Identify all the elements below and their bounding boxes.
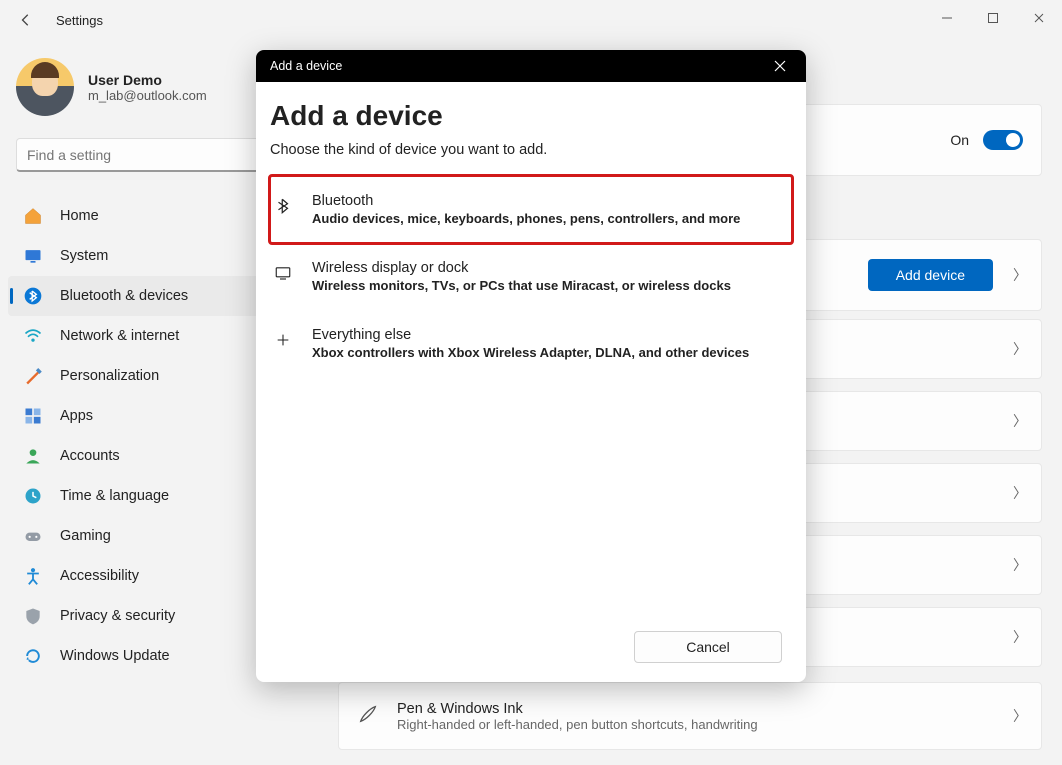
monitor-icon [272, 262, 294, 284]
pen-icon [357, 703, 379, 730]
sidebar-item-label: Apps [60, 408, 93, 424]
sidebar-item-label: System [60, 248, 108, 264]
sidebar-item-label: Home [60, 208, 99, 224]
minimize-icon[interactable] [924, 0, 970, 36]
chevron-right-icon: 〉 [1013, 339, 1027, 359]
sidebar-item-label: Accounts [60, 448, 120, 464]
titlebar: Settings [0, 0, 1062, 40]
close-icon[interactable] [1016, 0, 1062, 36]
dialog-titlebar: Add a device [256, 50, 806, 82]
bluetooth-icon [22, 285, 44, 307]
update-icon [22, 645, 44, 667]
dialog-prompt: Choose the kind of device you want to ad… [270, 142, 792, 158]
pen-windows-ink-row[interactable]: Pen & Windows Ink Right-handed or left-h… [338, 682, 1042, 750]
window-title: Settings [56, 13, 103, 28]
chevron-right-icon: 〉 [1013, 706, 1027, 726]
dialog-titlebar-text: Add a device [270, 59, 342, 73]
add-device-button[interactable]: Add device [868, 259, 993, 291]
device-option-everything-else[interactable]: Everything else Xbox controllers with Xb… [270, 310, 792, 377]
bluetooth-icon [272, 195, 294, 217]
user-email: m_lab@outlook.com [88, 88, 207, 103]
device-option-desc: Xbox controllers with Xbox Wireless Adap… [312, 345, 749, 360]
sidebar-item-label: Privacy & security [60, 608, 175, 624]
device-option-desc: Wireless monitors, TVs, or PCs that use … [312, 278, 731, 293]
dialog-close-icon[interactable] [768, 54, 792, 78]
cancel-button[interactable]: Cancel [634, 631, 782, 663]
bluetooth-toggle-label: On [950, 132, 969, 148]
shield-icon [22, 605, 44, 627]
device-option-title: Bluetooth [312, 193, 740, 209]
device-option-title: Everything else [312, 327, 749, 343]
window-controls [924, 0, 1062, 36]
maximize-icon[interactable] [970, 0, 1016, 36]
device-option-bluetooth[interactable]: Bluetooth Audio devices, mice, keyboards… [270, 176, 792, 243]
device-option-desc: Audio devices, mice, keyboards, phones, … [312, 211, 740, 226]
chevron-right-icon: 〉 [1013, 555, 1027, 575]
wifi-icon [22, 325, 44, 347]
chevron-right-icon: 〉 [1013, 627, 1027, 647]
apps-icon [22, 405, 44, 427]
sidebar-item-label: Accessibility [60, 568, 139, 584]
sidebar-item-label: Bluetooth & devices [60, 288, 188, 304]
gaming-icon [22, 525, 44, 547]
device-option-title: Wireless display or dock [312, 260, 731, 276]
clock-icon [22, 485, 44, 507]
sidebar-item-label: Windows Update [60, 648, 170, 664]
chevron-right-icon: 〉 [1013, 483, 1027, 503]
sidebar-item-label: Time & language [60, 488, 169, 504]
sidebar-item-label: Personalization [60, 368, 159, 384]
avatar [16, 58, 74, 116]
plus-icon [272, 329, 294, 351]
user-name: User Demo [88, 72, 207, 88]
device-option-wireless-display[interactable]: Wireless display or dock Wireless monito… [270, 243, 792, 310]
search-field[interactable] [27, 147, 277, 163]
back-icon[interactable] [14, 8, 38, 32]
bluetooth-toggle[interactable] [983, 130, 1023, 150]
sidebar-item-label: Gaming [60, 528, 111, 544]
home-icon [22, 205, 44, 227]
accessibility-icon [22, 565, 44, 587]
add-device-dialog: Add a device Add a device Choose the kin… [256, 50, 806, 682]
user-icon [22, 445, 44, 467]
pen-row-subtitle: Right-handed or left-handed, pen button … [397, 717, 758, 732]
system-icon [22, 245, 44, 267]
chevron-right-icon: 〉 [1013, 265, 1027, 285]
sidebar-item-label: Network & internet [60, 328, 179, 344]
dialog-heading: Add a device [270, 100, 792, 132]
pen-row-title: Pen & Windows Ink [397, 701, 758, 717]
paint-icon [22, 365, 44, 387]
chevron-right-icon: 〉 [1013, 411, 1027, 431]
